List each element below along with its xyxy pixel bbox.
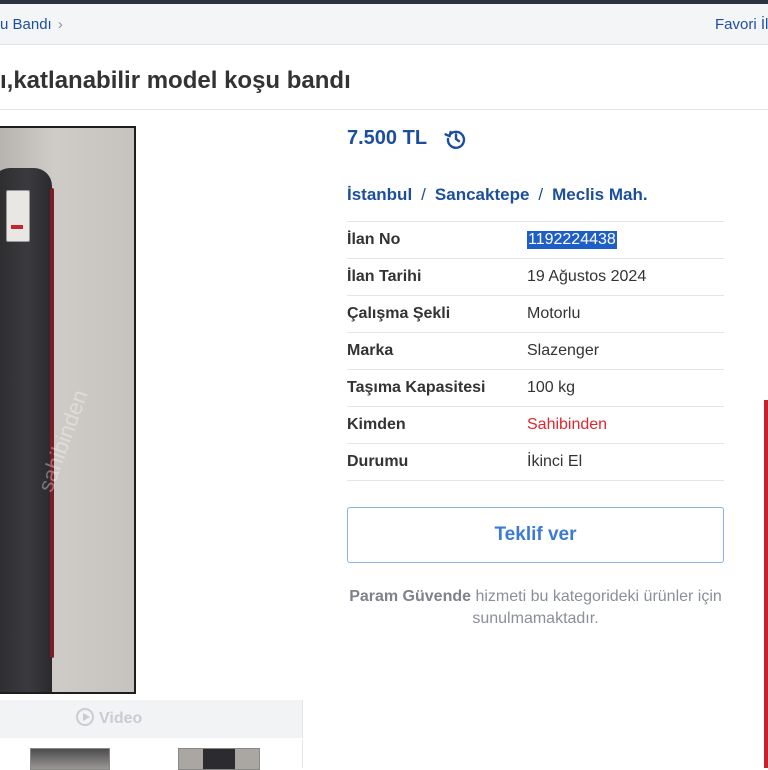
detail-label: Çalışma Şekli xyxy=(347,305,451,322)
detail-label: Marka xyxy=(347,342,394,359)
listing-details-table: İlan No 1192224438 İlan Tarihi 19 Ağusto… xyxy=(347,221,724,481)
location-city-link[interactable]: İstanbul xyxy=(347,185,412,204)
play-icon xyxy=(76,708,94,726)
location-district-link[interactable]: Sancaktepe xyxy=(435,185,530,204)
detail-row-calisma-sekli: Çalışma Şekli Motorlu xyxy=(347,296,724,333)
detail-label: Durumu xyxy=(347,453,409,470)
safe-payment-brand: Param Güvende xyxy=(349,588,472,605)
detail-value: Motorlu xyxy=(527,305,581,322)
detail-value-ilan-no[interactable]: 1192224438 xyxy=(527,231,617,249)
video-button[interactable]: Video xyxy=(76,708,142,728)
detail-row-kimden: Kimden Sahibinden xyxy=(347,407,724,444)
price-history-icon[interactable] xyxy=(444,127,468,151)
listing-title: ı,katlanabilir model koşu bandı xyxy=(0,67,351,94)
detail-row-ilan-tarihi: İlan Tarihi 19 Ağustos 2024 xyxy=(347,259,724,296)
detail-label: Taşıma Kapasitesi xyxy=(347,379,486,396)
photo-red-stripe xyxy=(50,188,54,658)
detail-row-ilan-no: İlan No 1192224438 xyxy=(347,222,724,259)
detail-row-marka: Marka Slazenger xyxy=(347,333,724,370)
detail-value: 100 kg xyxy=(527,379,576,396)
side-panel-edge xyxy=(764,400,768,768)
location-separator: / xyxy=(538,185,544,204)
listing-price: 7.500 TL xyxy=(347,127,428,149)
favorite-listings-link[interactable]: Favori İl xyxy=(715,16,768,33)
video-label: Video xyxy=(99,710,143,727)
chevron-right-icon: › xyxy=(57,16,63,33)
location-neighborhood-link[interactable]: Meclis Mah. xyxy=(552,185,647,204)
detail-value-seller-type: Sahibinden xyxy=(527,416,608,433)
photo-treadmill xyxy=(0,168,52,692)
safe-payment-note: Param Güvende hizmeti bu kategorideki ür… xyxy=(347,586,724,630)
breadcrumb-label: u Bandı xyxy=(0,16,52,33)
location-separator: / xyxy=(421,185,426,204)
detail-value: Slazenger xyxy=(527,342,600,359)
thumbnail-image[interactable] xyxy=(30,748,110,770)
detail-row-tasima-kapasitesi: Taşıma Kapasitesi 100 kg xyxy=(347,370,724,407)
thumbnail-strip xyxy=(0,740,303,770)
detail-label: İlan No xyxy=(347,231,401,248)
detail-label: İlan Tarihi xyxy=(347,268,422,285)
safe-payment-text: hizmeti bu kategorideki ürünler için sun… xyxy=(471,588,722,627)
detail-label: Kimden xyxy=(347,416,406,433)
photo-label-tag xyxy=(6,190,30,242)
thumbnail-image[interactable] xyxy=(178,748,260,770)
location-breadcrumb: İstanbul / Sancaktepe / Meclis Mah. xyxy=(347,185,648,205)
breadcrumb-bar: u Bandı › Favori İl xyxy=(0,4,768,45)
gallery-video-bar: Video xyxy=(0,700,303,738)
detail-value: 19 Ağustos 2024 xyxy=(527,268,647,285)
detail-row-durumu: Durumu İkinci El xyxy=(347,444,724,481)
detail-value: İkinci El xyxy=(527,453,583,470)
title-row: ı,katlanabilir model koşu bandı xyxy=(0,45,768,110)
breadcrumb-item[interactable]: u Bandı › xyxy=(0,16,63,33)
make-offer-button[interactable]: Teklif ver xyxy=(347,507,724,563)
listing-main-photo[interactable]: sahibinden xyxy=(0,126,136,694)
